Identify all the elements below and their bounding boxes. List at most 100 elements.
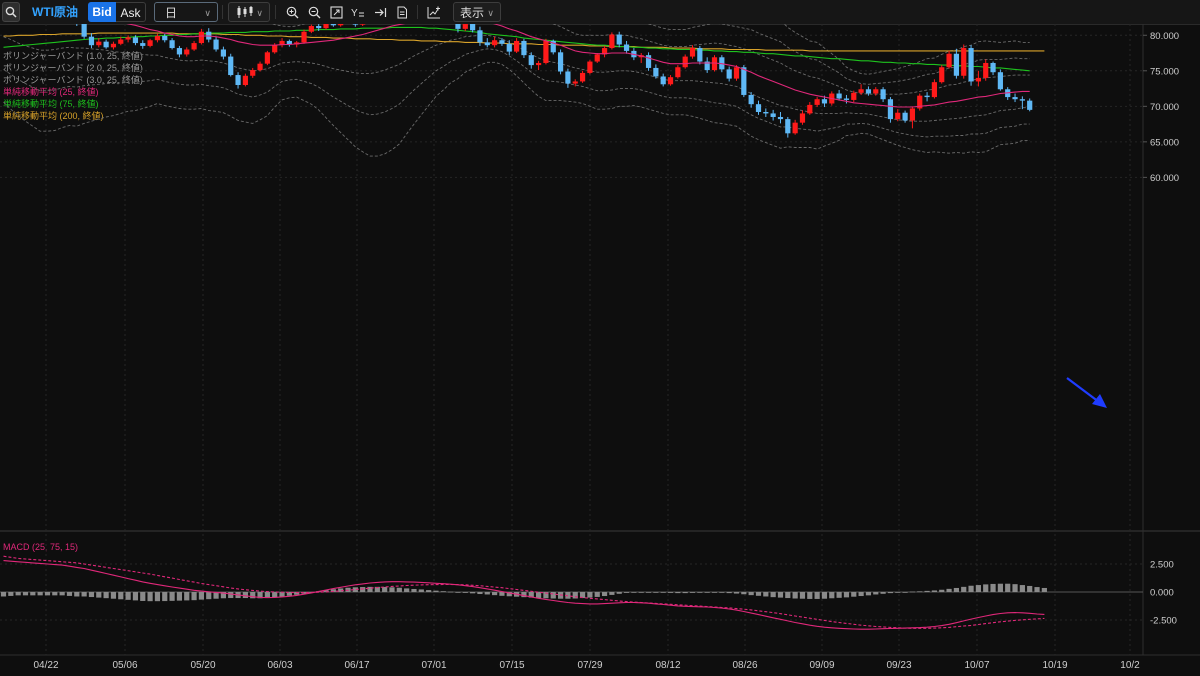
jump-right-button[interactable] bbox=[370, 2, 390, 22]
candle bbox=[645, 52, 652, 71]
macd-histogram-bar bbox=[997, 583, 1003, 592]
ask-toggle[interactable]: Ask bbox=[116, 2, 146, 22]
candle-body bbox=[689, 48, 696, 57]
candle-body bbox=[865, 89, 872, 94]
symbol-name[interactable]: WTI原油 bbox=[22, 2, 88, 22]
macd-y-tick-label: -2.500 bbox=[1150, 616, 1177, 627]
macd-histogram-bar bbox=[601, 592, 608, 597]
candle-body bbox=[352, 24, 358, 25]
document-button[interactable] bbox=[392, 2, 412, 22]
candle bbox=[535, 60, 542, 71]
candle bbox=[323, 24, 329, 30]
macd-histogram-bar bbox=[689, 592, 696, 593]
zoom-in-button[interactable] bbox=[282, 2, 302, 22]
candle-body bbox=[609, 34, 615, 49]
candle-body bbox=[909, 108, 916, 121]
macd-histogram-bar bbox=[983, 584, 989, 592]
candle-body bbox=[697, 48, 703, 62]
candle bbox=[1005, 87, 1011, 100]
candle bbox=[228, 53, 234, 77]
candle-body bbox=[535, 62, 542, 66]
y-axis-button[interactable]: Y bbox=[348, 2, 368, 22]
candle bbox=[763, 108, 769, 117]
macd-histogram-bar bbox=[682, 592, 688, 594]
candle bbox=[638, 53, 644, 63]
candle bbox=[953, 48, 959, 79]
candle bbox=[792, 119, 798, 135]
zoom-out-button[interactable] bbox=[304, 2, 324, 22]
candle bbox=[726, 66, 732, 82]
macd-histogram-bar bbox=[206, 592, 212, 600]
chart-type-button[interactable]: ∨ bbox=[228, 2, 270, 22]
candle bbox=[96, 38, 102, 48]
candle-body bbox=[873, 89, 879, 94]
candle bbox=[917, 93, 923, 111]
macd-histogram-bar bbox=[147, 592, 153, 602]
candle bbox=[176, 45, 183, 58]
candle bbox=[594, 53, 600, 63]
candle-body bbox=[983, 62, 989, 78]
candle-body bbox=[235, 75, 241, 86]
macd-histogram-bar bbox=[865, 592, 872, 596]
macd-histogram-bar bbox=[59, 592, 65, 596]
candle-body bbox=[81, 24, 87, 37]
candle-body bbox=[726, 69, 732, 79]
macd-histogram-bar bbox=[1012, 584, 1018, 592]
candle-body bbox=[470, 24, 476, 31]
candle-body bbox=[477, 30, 483, 43]
macd-histogram-bar bbox=[455, 592, 461, 593]
candle bbox=[528, 52, 534, 69]
macd-histogram-bar bbox=[118, 592, 124, 600]
x-tick-label: 08/12 bbox=[655, 660, 680, 671]
macd-histogram-bar bbox=[1041, 587, 1047, 592]
candle bbox=[1019, 96, 1025, 110]
macd-histogram-bar bbox=[0, 592, 7, 597]
candle bbox=[81, 24, 87, 39]
candle-body bbox=[594, 54, 600, 62]
candle bbox=[360, 24, 366, 27]
timeframe-select[interactable]: 日 ∨ bbox=[154, 2, 218, 22]
candle-body bbox=[316, 26, 322, 29]
macd-histogram-bar bbox=[176, 592, 183, 601]
candle bbox=[997, 69, 1003, 91]
candle-body bbox=[257, 63, 263, 71]
candle bbox=[653, 64, 659, 79]
candle bbox=[623, 40, 630, 54]
macd-histogram-bar bbox=[770, 592, 776, 598]
candle-body bbox=[301, 31, 307, 43]
candle bbox=[184, 47, 190, 57]
fit-screen-button[interactable] bbox=[326, 2, 346, 22]
toolbar-divider bbox=[275, 5, 276, 19]
candle bbox=[689, 45, 696, 59]
search-icon bbox=[5, 6, 17, 18]
candle-body bbox=[763, 112, 769, 114]
macd-histogram-bar bbox=[470, 592, 476, 594]
chart-settings-button[interactable] bbox=[423, 2, 445, 22]
y-tick-label: 60.000 bbox=[1150, 173, 1179, 184]
candle-body bbox=[997, 72, 1003, 90]
candle-body bbox=[748, 94, 754, 105]
candle-body bbox=[125, 37, 131, 40]
candle-body bbox=[836, 93, 842, 99]
macd-histogram-bar bbox=[169, 592, 175, 601]
macd-histogram-bar bbox=[814, 592, 820, 599]
y-tick-label: 70.000 bbox=[1150, 102, 1179, 113]
macd-histogram-bar bbox=[154, 592, 161, 602]
toolbar-divider bbox=[417, 5, 418, 19]
candle-body bbox=[96, 41, 102, 46]
candle-body bbox=[169, 40, 175, 49]
search-button[interactable] bbox=[2, 2, 20, 22]
candle-body bbox=[132, 37, 139, 44]
candle-body bbox=[1019, 99, 1025, 101]
macd-histogram-bar bbox=[22, 592, 29, 596]
x-tick-label: 07/15 bbox=[499, 660, 524, 671]
bid-toggle[interactable]: Bid bbox=[88, 2, 116, 22]
x-tick-label: 08/26 bbox=[732, 660, 757, 671]
candle-body bbox=[682, 56, 688, 68]
candlestick-icon bbox=[237, 6, 253, 18]
price-chart[interactable]: 04/22 05/06 05/20 06/03 06/17 07/01 07/15 07/29… bbox=[0, 24, 1200, 676]
display-menu-button[interactable]: 表示 ∨ bbox=[453, 2, 501, 22]
candle bbox=[667, 75, 674, 86]
candle-body bbox=[506, 43, 512, 52]
candle-body bbox=[755, 104, 762, 113]
